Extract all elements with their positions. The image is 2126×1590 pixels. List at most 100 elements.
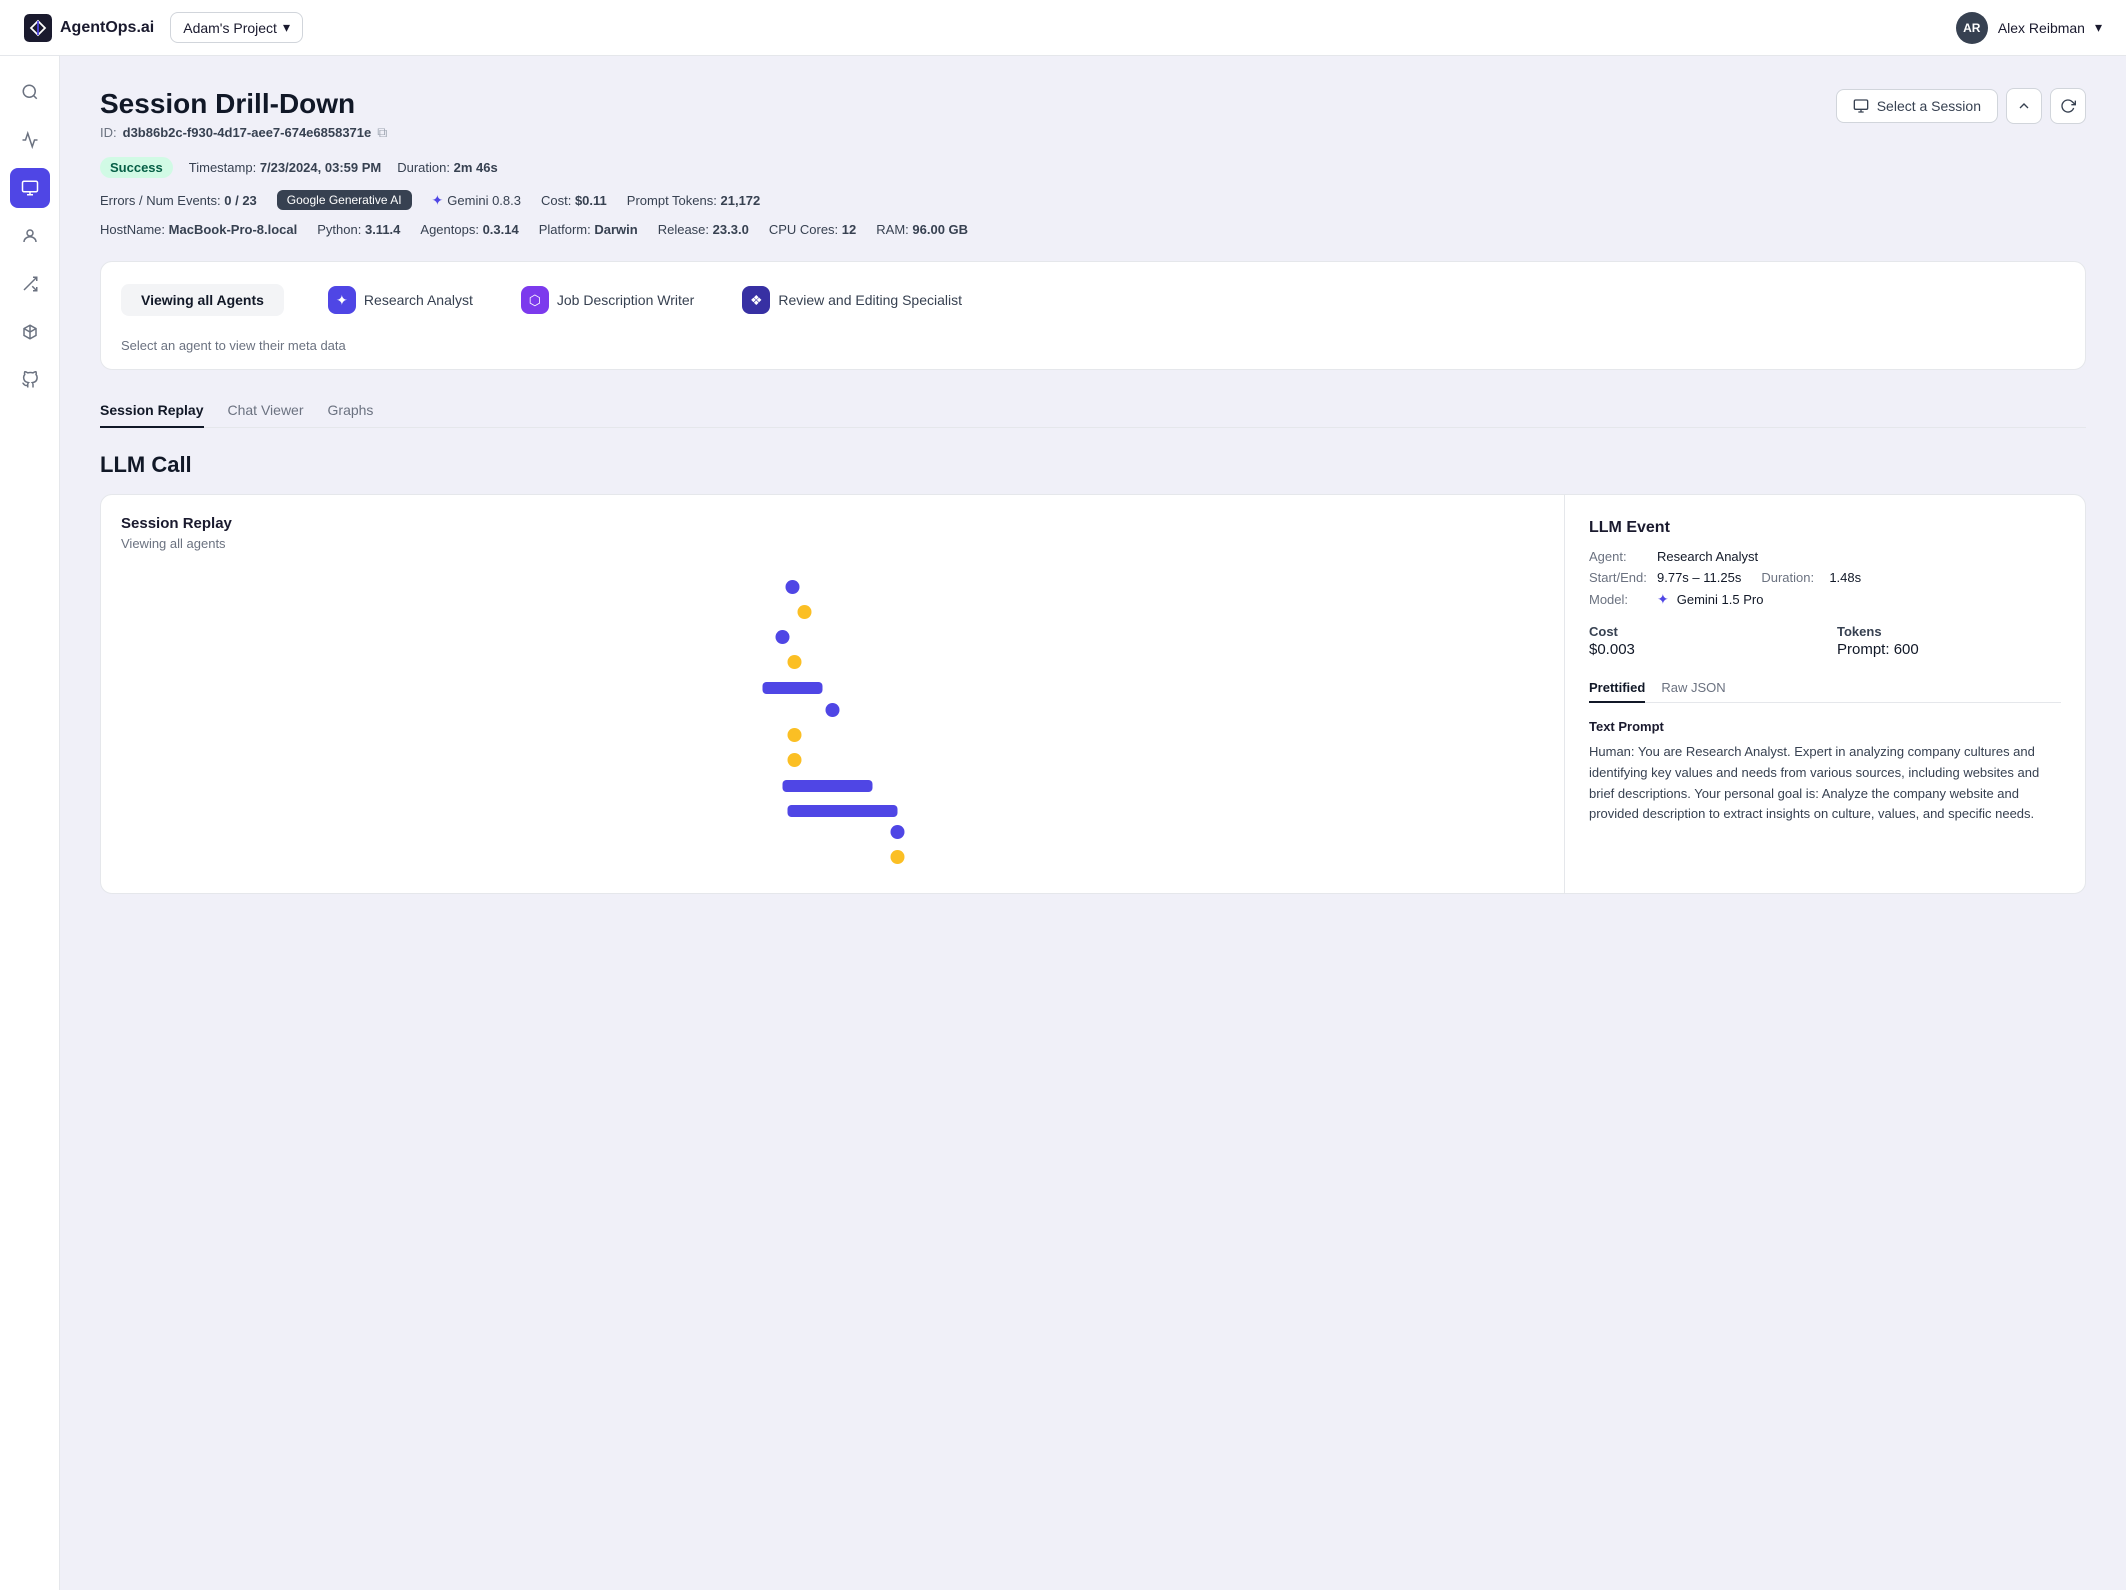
event-agent-row: Agent: Research Analyst [1589, 549, 2061, 564]
user-menu[interactable]: AR Alex Reibman ▾ [1956, 12, 2102, 44]
cost-item: Cost: $0.11 [541, 193, 607, 208]
llm-left-panel: Session Replay Viewing all agents [101, 495, 1565, 893]
id-label: ID: [100, 125, 117, 140]
prompt-tokens-value: 600 [1894, 641, 1919, 658]
app-name: AgentOps.ai [60, 19, 154, 37]
tokens-metric-label: Tokens [1837, 624, 2061, 639]
llm-event-title: LLM Event [1589, 519, 2061, 537]
project-name: Adam's Project [183, 20, 277, 36]
agent-placeholder: Select an agent to view their meta data [121, 338, 2065, 353]
prompt-tokens-item: Prompt Tokens: 21,172 [627, 193, 760, 208]
sidebar-item-flows[interactable] [10, 264, 50, 304]
sidebar-item-search[interactable] [10, 72, 50, 112]
select-session-label: Select a Session [1877, 98, 1981, 114]
sidebar-item-packages[interactable] [10, 312, 50, 352]
llm-right-panel: LLM Event Agent: Research Analyst Start/… [1565, 495, 2085, 893]
tab-job-description-writer[interactable]: ⬡ Job Description Writer [501, 278, 714, 322]
session-meta-row2: Errors / Num Events: 0 / 23 Google Gener… [100, 190, 2086, 210]
gemini-event-icon: ✦ [1657, 591, 1669, 608]
tab-prettified[interactable]: Prettified [1589, 674, 1645, 703]
llm-section-title: LLM Call [100, 452, 2086, 478]
replay-subtitle: Viewing all agents [121, 536, 1544, 551]
cpu-item: CPU Cores: 12 [769, 222, 856, 237]
session-meta-row3: HostName: MacBook-Pro-8.local Python: 3.… [100, 222, 2086, 237]
hostname-item: HostName: MacBook-Pro-8.local [100, 222, 297, 237]
sidebar [0, 56, 60, 1590]
model-value: Gemini 1.5 Pro [1677, 592, 1764, 607]
startend-value: 9.77s – 11.25s [1657, 570, 1741, 585]
review-editor-label: Review and Editing Specialist [778, 292, 962, 308]
event-metrics: Cost $0.003 Tokens Prompt: 600 [1589, 624, 2061, 658]
header-left: Session Drill-Down ID: d3b86b2c-f930-4d1… [100, 88, 387, 141]
prompt-tokens-label: Prompt: [1837, 641, 1890, 658]
provider-tag: Google Generative AI [277, 190, 412, 210]
job-writer-icon: ⬡ [521, 286, 549, 314]
agent-label: Agent: [1589, 549, 1649, 564]
tab-session-replay[interactable]: Session Replay [100, 394, 204, 428]
startend-label: Start/End: [1589, 570, 1649, 585]
review-editor-icon: ❖ [742, 286, 770, 314]
duration-item: Duration: 2m 46s [397, 160, 497, 175]
platform-item: Platform: Darwin [539, 222, 638, 237]
release-item: Release: 23.3.0 [658, 222, 749, 237]
cost-metric-value: $0.003 [1589, 641, 1813, 658]
text-prompt-label: Text Prompt [1589, 719, 2061, 734]
ram-item: RAM: 96.00 GB [876, 222, 968, 237]
top-nav: AgentOps.ai Adam's Project ▾ AR Alex Rei… [0, 0, 2126, 56]
copy-icon[interactable]: ⧉ [377, 124, 387, 141]
model-label: Model: [1589, 592, 1649, 607]
tab-all-agents[interactable]: Viewing all Agents [121, 284, 284, 316]
gemini-icon: ✦ [432, 192, 444, 209]
project-selector[interactable]: Adam's Project ▾ [170, 12, 303, 43]
tab-graphs[interactable]: Graphs [328, 394, 374, 428]
sidebar-item-agents[interactable] [10, 216, 50, 256]
cost-metric-label: Cost [1589, 624, 1813, 639]
page-header: Session Drill-Down ID: d3b86b2c-f930-4d1… [100, 88, 2086, 141]
chevron-down-icon: ▾ [2095, 19, 2102, 36]
status-badge: Success [100, 157, 173, 178]
logo: AgentOps.ai [24, 14, 154, 42]
tab-research-analyst[interactable]: ✦ Research Analyst [308, 278, 493, 322]
event-model-row: Model: ✦ Gemini 1.5 Pro [1589, 591, 2061, 608]
tab-review-editing[interactable]: ❖ Review and Editing Specialist [722, 278, 982, 322]
tokens-prompt-row: Prompt: 600 [1837, 641, 2061, 658]
page-title: Session Drill-Down [100, 88, 387, 120]
collapse-button[interactable] [2006, 88, 2042, 124]
sub-tab-bar: Prettified Raw JSON [1589, 674, 2061, 703]
user-name: Alex Reibman [1998, 20, 2085, 36]
header-actions: Select a Session [1836, 88, 2086, 124]
cost-metric: Cost $0.003 [1589, 624, 1813, 658]
duration-value: 1.48s [1829, 570, 1861, 585]
python-item: Python: 3.11.4 [317, 222, 400, 237]
sidebar-item-sessions[interactable] [10, 168, 50, 208]
session-tab-bar: Session Replay Chat Viewer Graphs [100, 394, 2086, 428]
main-content: Session Drill-Down ID: d3b86b2c-f930-4d1… [60, 56, 2126, 1590]
refresh-button[interactable] [2050, 88, 2086, 124]
event-startend-row: Start/End: 9.77s – 11.25s Duration: 1.48… [1589, 570, 2061, 585]
model-badge: ✦ Gemini 0.8.3 [432, 192, 521, 209]
duration-label: Duration: [1761, 570, 1821, 585]
select-session-button[interactable]: Select a Session [1836, 89, 1998, 123]
nav-left: AgentOps.ai Adam's Project ▾ [24, 12, 303, 43]
avatar: AR [1956, 12, 1988, 44]
tokens-metric: Tokens Prompt: 600 [1837, 624, 2061, 658]
errors-item: Errors / Num Events: 0 / 23 [100, 193, 257, 208]
chevron-down-icon: ▾ [283, 19, 290, 36]
timestamp-item: Timestamp: 7/23/2024, 03:59 PM [189, 160, 381, 175]
job-writer-label: Job Description Writer [557, 292, 694, 308]
research-analyst-label: Research Analyst [364, 292, 473, 308]
llm-card: Session Replay Viewing all agents [100, 494, 2086, 894]
replay-canvas [121, 567, 1544, 867]
agent-value: Research Analyst [1657, 549, 1758, 564]
sidebar-item-monitor[interactable] [10, 360, 50, 400]
session-meta-row1: Success Timestamp: 7/23/2024, 03:59 PM D… [100, 157, 2086, 178]
agent-tabs: Viewing all Agents ✦ Research Analyst ⬡ … [121, 278, 2065, 322]
sidebar-item-analytics[interactable] [10, 120, 50, 160]
session-id-row: ID: d3b86b2c-f930-4d17-aee7-674e6858371e… [100, 124, 387, 141]
tab-chat-viewer[interactable]: Chat Viewer [228, 394, 304, 428]
agentops-item: Agentops: 0.3.14 [420, 222, 518, 237]
session-id-value: d3b86b2c-f930-4d17-aee7-674e6858371e [123, 125, 372, 140]
text-prompt-body: Human: You are Research Analyst. Expert … [1589, 742, 2061, 825]
agent-card: Viewing all Agents ✦ Research Analyst ⬡ … [100, 261, 2086, 370]
tab-raw-json[interactable]: Raw JSON [1661, 674, 1725, 703]
